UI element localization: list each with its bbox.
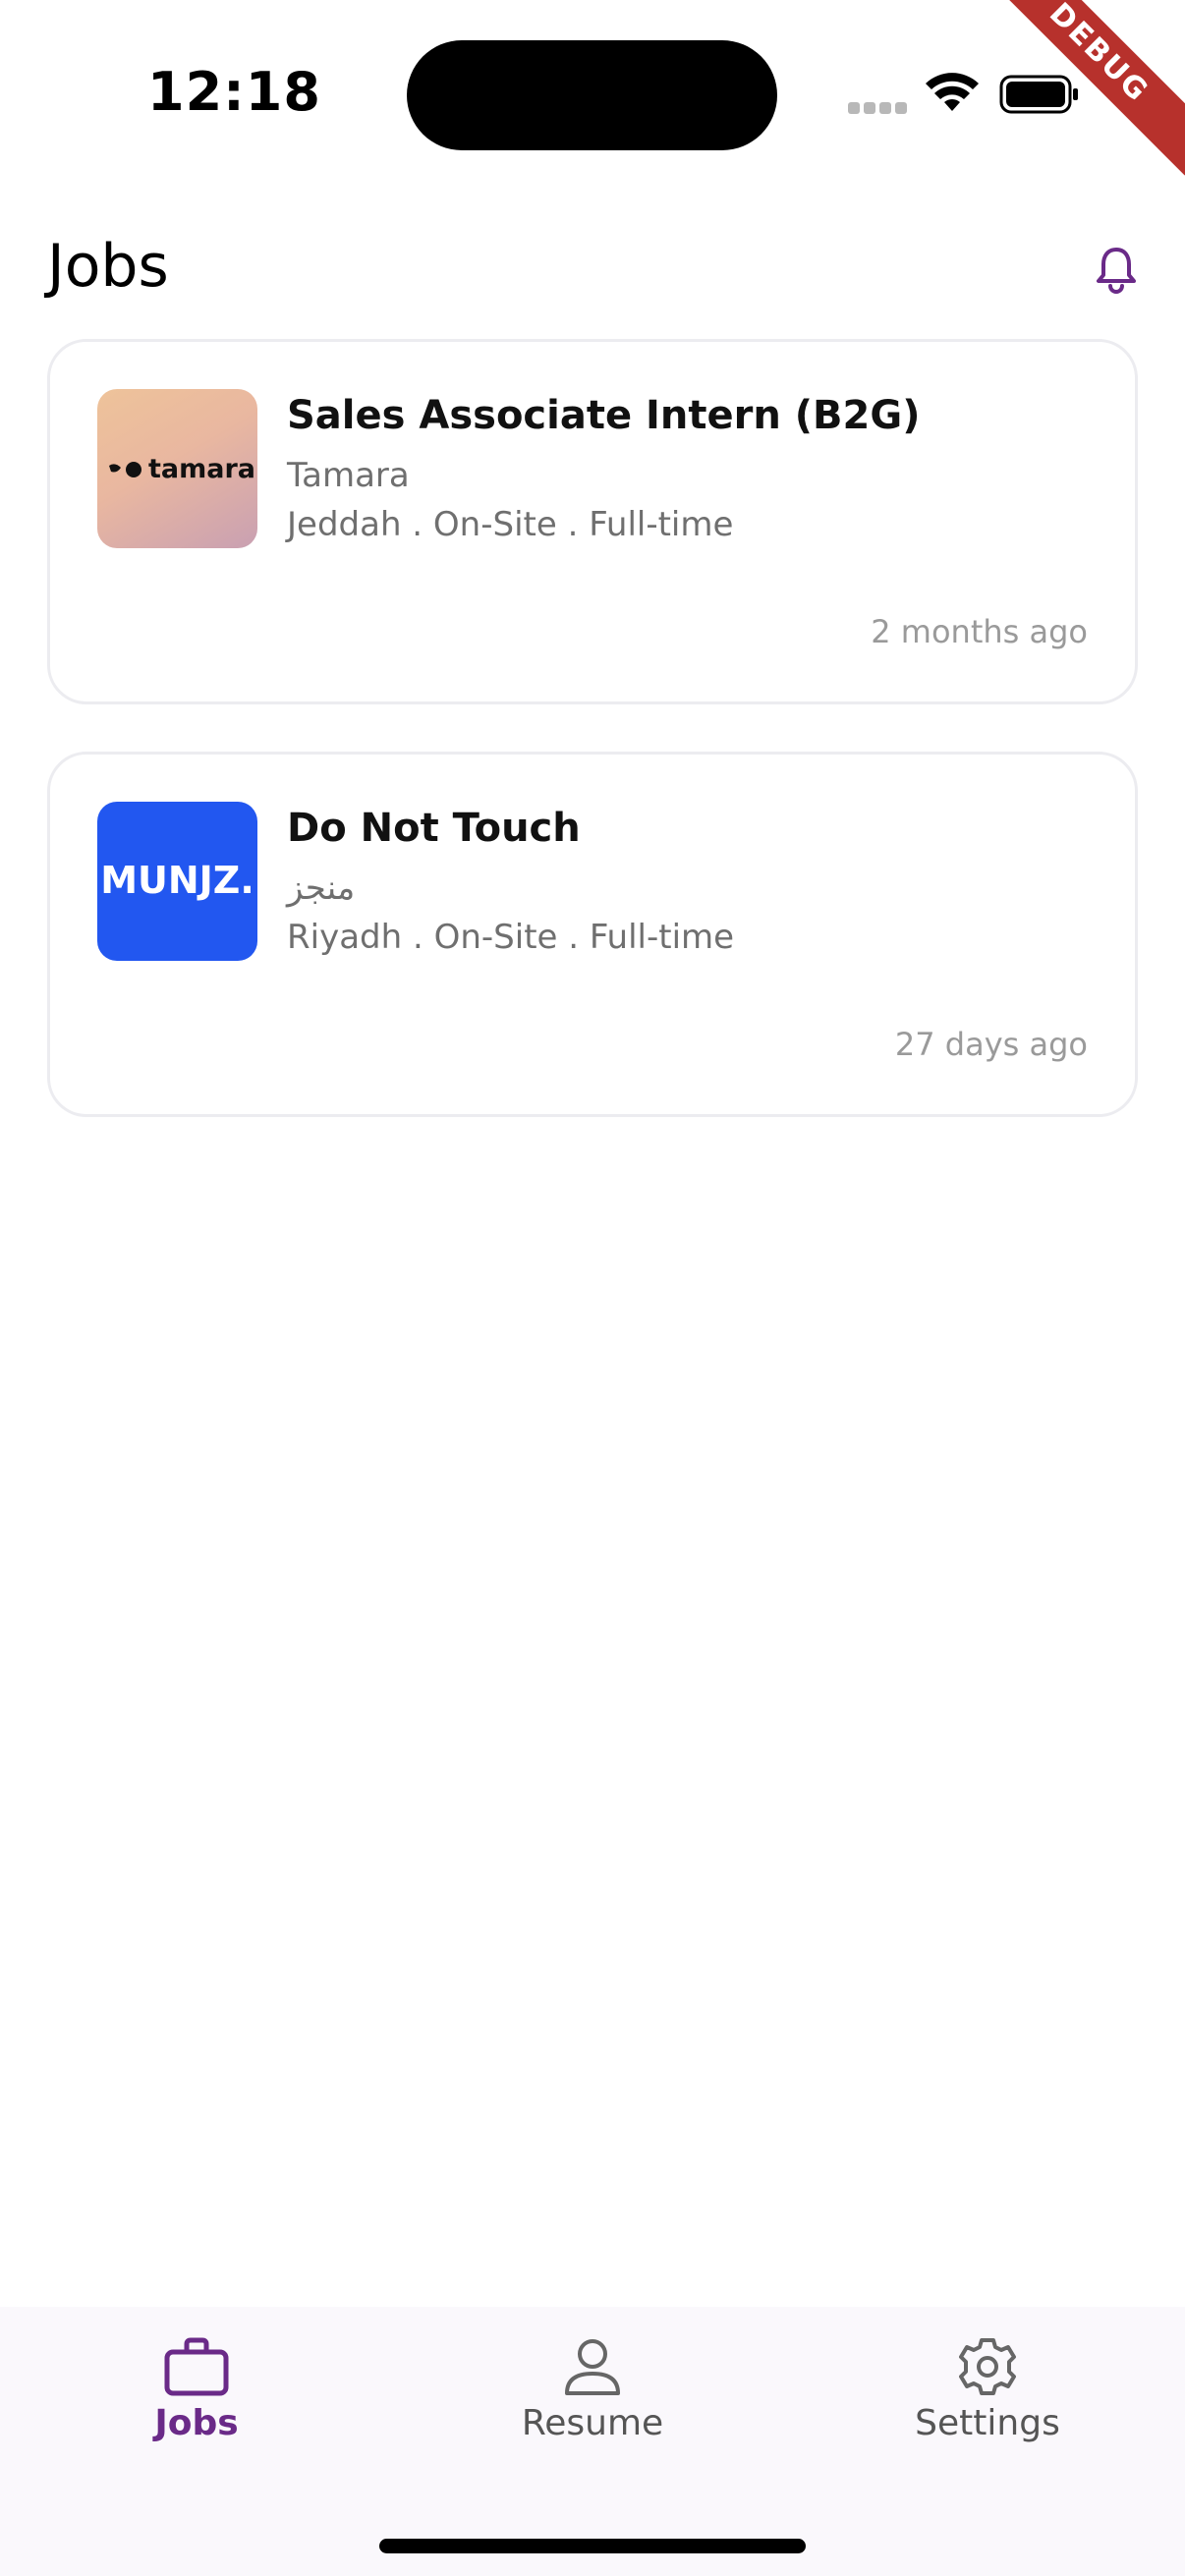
page-title: Jobs (47, 232, 169, 301)
person-icon (565, 2339, 620, 2395)
job-card[interactable]: tamara Sales Associate Intern (B2G) Tama… (47, 339, 1138, 704)
status-bar: 12:18 (0, 0, 1185, 187)
bell-icon[interactable] (1091, 244, 1142, 295)
briefcase-icon (164, 2337, 229, 2396)
home-indicator[interactable] (379, 2539, 806, 2553)
tab-jobs[interactable]: Jobs (79, 2336, 314, 2464)
company-logo: MUNJZ. (97, 802, 257, 961)
job-location-type: Riyadh . On-Site . Full-time (287, 918, 735, 957)
job-title: Do Not Touch (287, 806, 581, 851)
gear-icon (959, 2338, 1016, 2395)
company-logo: tamara (97, 389, 257, 548)
battery-icon (999, 75, 1078, 114)
company-name: Tamara (287, 456, 410, 495)
tab-label: Resume (521, 2403, 664, 2443)
dynamic-island (407, 40, 777, 150)
tamara-mark-icon (109, 462, 141, 477)
logo-wordmark: tamara (148, 454, 256, 484)
job-title: Sales Associate Intern (B2G) (287, 393, 921, 438)
tab-label: Jobs (154, 2403, 239, 2443)
wifi-icon (926, 73, 979, 111)
status-time: 12:18 (147, 61, 321, 123)
bottom-nav: Jobs Resume Settings (0, 2307, 1185, 2576)
tab-label: Settings (915, 2403, 1060, 2443)
company-name: منجز (287, 868, 356, 908)
tab-resume[interactable]: Resume (475, 2336, 710, 2464)
posted-time: 27 days ago (894, 1026, 1088, 1063)
tab-settings[interactable]: Settings (870, 2336, 1105, 2464)
logo-wordmark: MUNJZ. (100, 859, 254, 902)
posted-time: 2 months ago (871, 613, 1088, 650)
job-location-type: Jeddah . On-Site . Full-time (287, 505, 734, 544)
cellular-signal-icon (848, 102, 907, 114)
job-card[interactable]: MUNJZ. Do Not Touch منجز Riyadh . On-Sit… (47, 752, 1138, 1117)
